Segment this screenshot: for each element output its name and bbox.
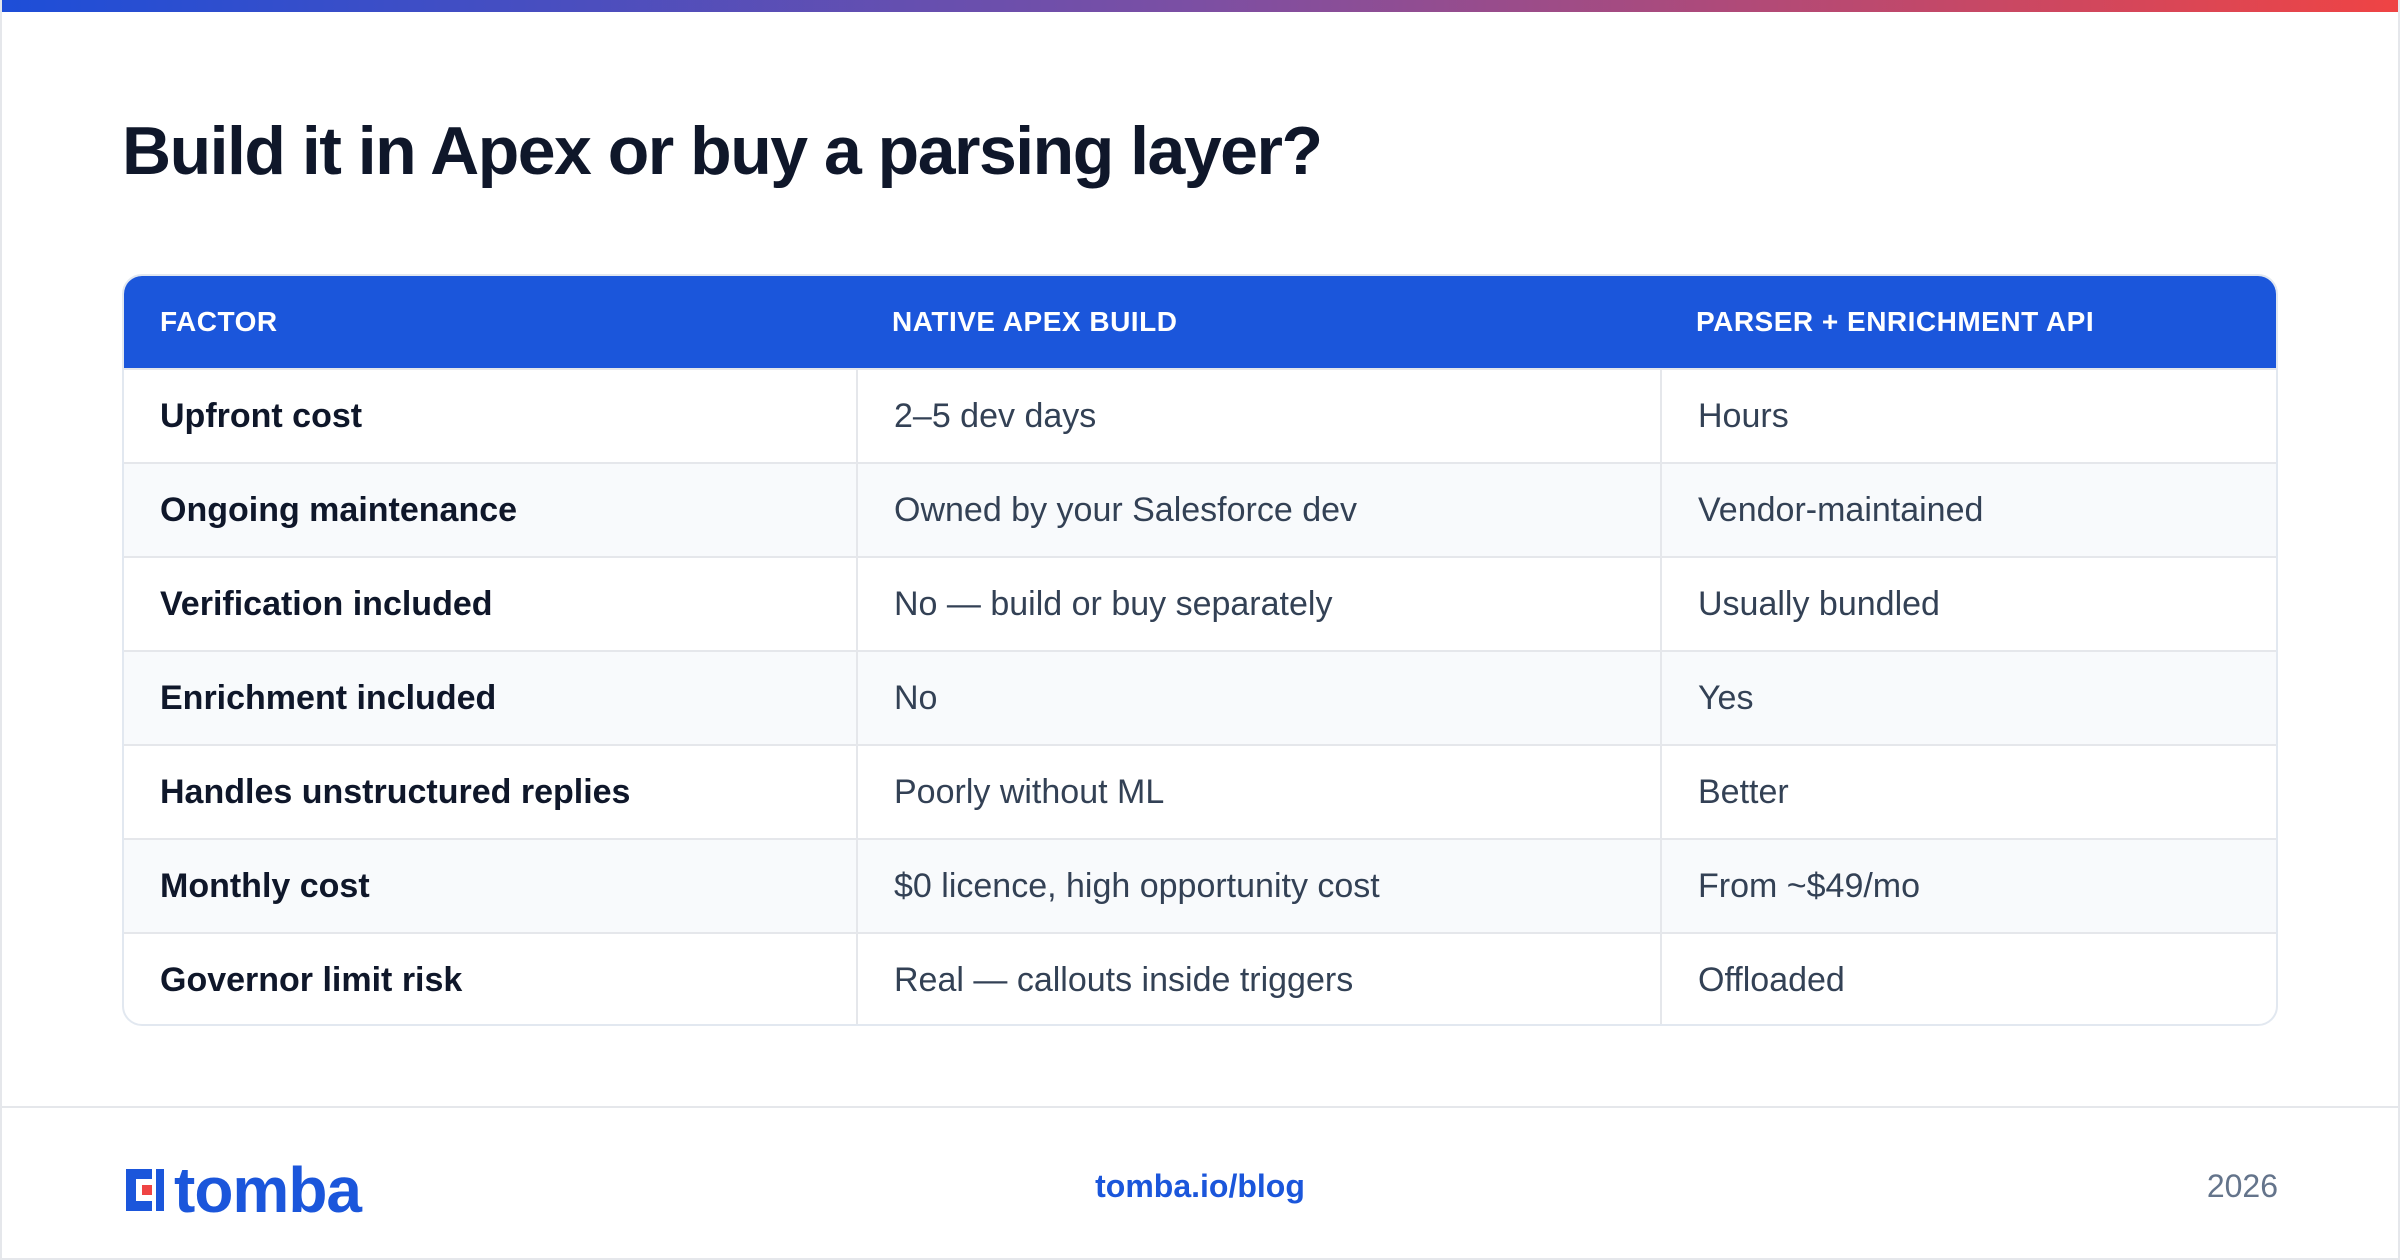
top-gradient-bar: [0, 0, 2400, 12]
blog-link[interactable]: tomba.io/blog: [0, 1168, 2400, 1205]
table-row: Monthly cost $0 licence, high opportunit…: [124, 838, 2276, 932]
factor-cell: Monthly cost: [160, 866, 370, 905]
table-header: FACTOR NATIVE APEX BUILD PARSER + ENRICH…: [124, 276, 2276, 368]
native-cell: Owned by your Salesforce dev: [856, 464, 1660, 556]
api-cell: Hours: [1660, 370, 2276, 462]
api-cell: Yes: [1660, 652, 2276, 744]
header-factor: FACTOR: [160, 306, 278, 337]
factor-cell: Governor limit risk: [160, 960, 463, 999]
header-parser-enrichment-api: PARSER + ENRICHMENT API: [1696, 306, 2095, 337]
api-cell: From ~$49/mo: [1660, 840, 2276, 932]
factor-cell: Verification included: [160, 584, 493, 623]
native-cell: Poorly without ML: [856, 746, 1660, 838]
table-row: Handles unstructured replies Poorly with…: [124, 744, 2276, 838]
api-cell: Offloaded: [1660, 934, 2276, 1024]
native-cell: No — build or buy separately: [856, 558, 1660, 650]
factor-cell: Upfront cost: [160, 396, 363, 435]
table-row: Governor limit risk Real — callouts insi…: [124, 932, 2276, 1024]
page-title: Build it in Apex or buy a parsing layer?: [122, 113, 1323, 189]
native-cell: Real — callouts inside triggers: [856, 934, 1660, 1024]
table-row: Enrichment included No Yes: [124, 650, 2276, 744]
api-cell: Vendor-maintained: [1660, 464, 2276, 556]
header-native-apex-build: NATIVE APEX BUILD: [892, 306, 1178, 337]
api-cell: Usually bundled: [1660, 558, 2276, 650]
table-row: Verification included No — build or buy …: [124, 556, 2276, 650]
year-label: 2026: [2206, 1168, 2278, 1204]
table-row: Ongoing maintenance Owned by your Salesf…: [124, 462, 2276, 556]
footer: tomba tomba.io/blog 2026: [0, 1106, 2400, 1260]
native-cell: No: [856, 652, 1660, 744]
comparison-table: FACTOR NATIVE APEX BUILD PARSER + ENRICH…: [122, 274, 2278, 1026]
factor-cell: Ongoing maintenance: [160, 490, 518, 529]
api-cell: Better: [1660, 746, 2276, 838]
factor-cell: Enrichment included: [160, 678, 497, 717]
native-cell: $0 licence, high opportunity cost: [856, 840, 1660, 932]
factor-cell: Handles unstructured replies: [160, 772, 631, 811]
native-cell: 2–5 dev days: [856, 370, 1660, 462]
table-row: Upfront cost 2–5 dev days Hours: [124, 368, 2276, 462]
